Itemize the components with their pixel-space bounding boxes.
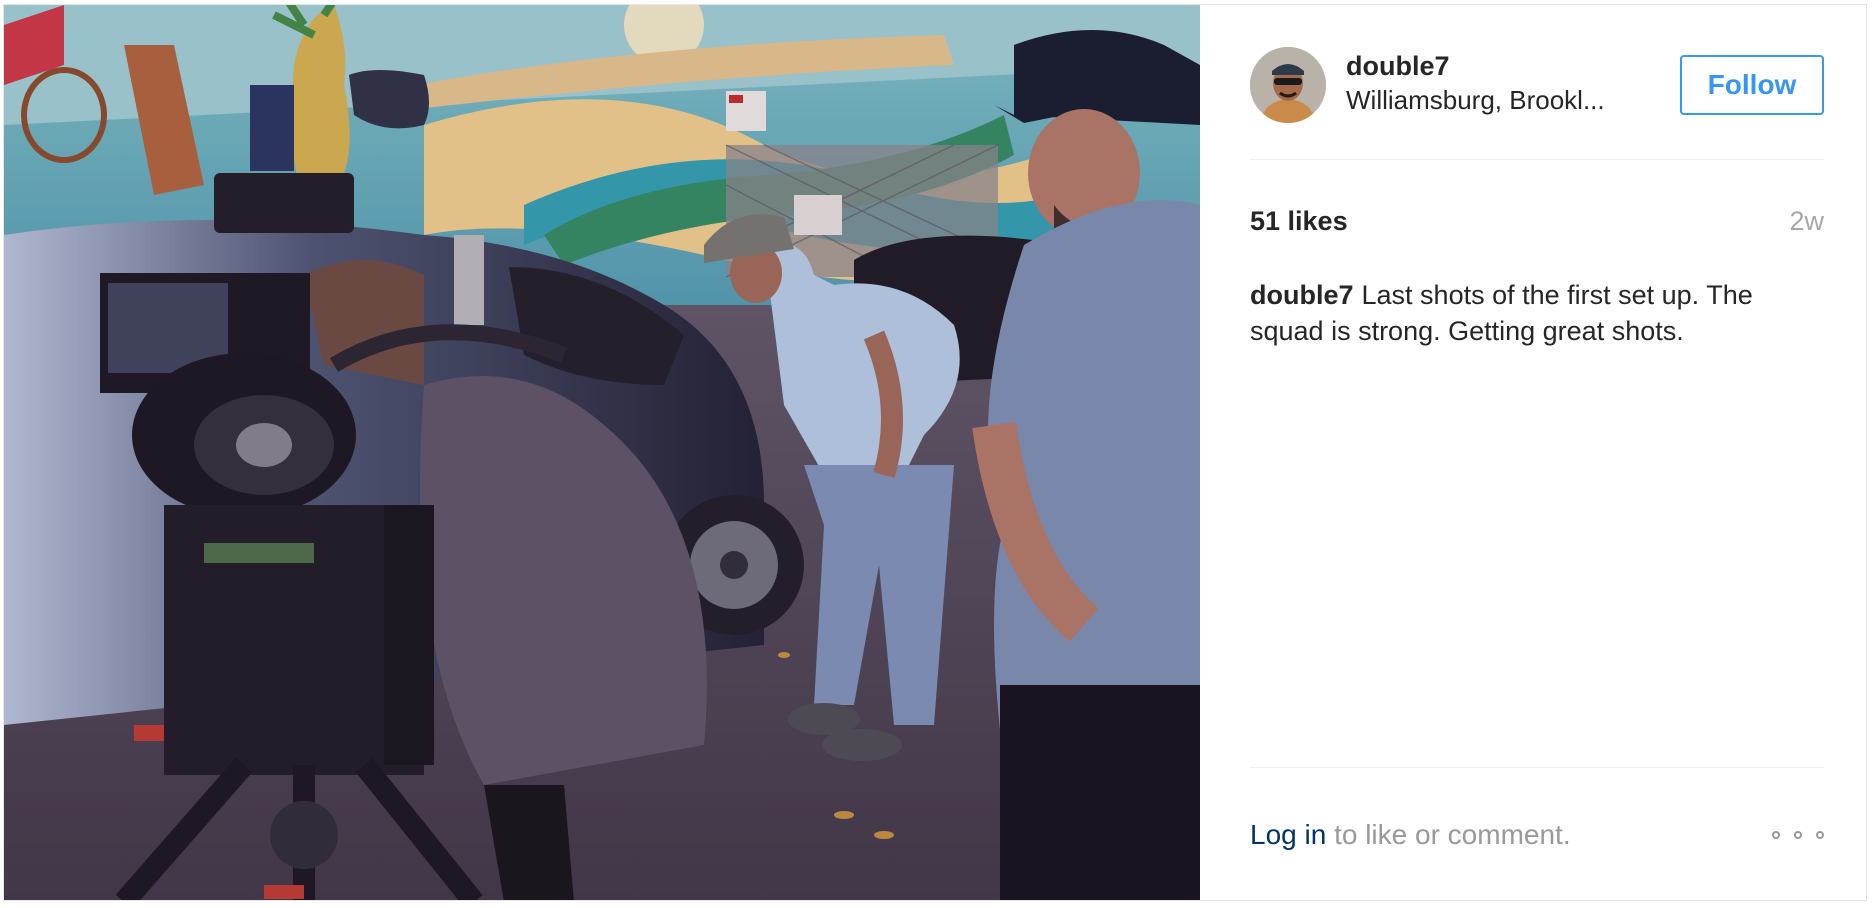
follow-button[interactable]: Follow: [1680, 55, 1824, 115]
more-dot: [1794, 831, 1802, 839]
caption-username[interactable]: double7: [1250, 280, 1354, 310]
more-options-icon[interactable]: [1772, 825, 1824, 845]
avatar-image: [1250, 47, 1326, 123]
post-header: double7 Williamsburg, Brookl... Follow: [1250, 43, 1824, 123]
footer-divider: [1250, 767, 1824, 768]
post-photo[interactable]: [4, 5, 1200, 900]
likes-row: 51 likes 2w: [1250, 201, 1824, 241]
location-link[interactable]: Williamsburg, Brookl...: [1346, 83, 1636, 117]
photo-image: [4, 5, 1200, 900]
post-footer: Log in to like or comment.: [1250, 815, 1824, 855]
more-dot: [1772, 831, 1780, 839]
header-divider: [1250, 159, 1824, 160]
post-container: double7 Williamsburg, Brookl... Follow 5…: [3, 4, 1867, 901]
more-dot: [1816, 831, 1824, 839]
post-time[interactable]: 2w: [1789, 201, 1824, 241]
avatar[interactable]: [1250, 47, 1326, 123]
login-link[interactable]: Log in: [1250, 819, 1326, 850]
username-link[interactable]: double7: [1346, 49, 1646, 83]
post-caption: double7 Last shots of the first set up. T…: [1250, 277, 1824, 349]
post-side-panel: double7 Williamsburg, Brookl... Follow 5…: [1200, 5, 1866, 900]
user-info: double7 Williamsburg, Brookl...: [1346, 49, 1646, 117]
likes-count[interactable]: 51 likes: [1250, 201, 1348, 241]
login-prompt-text: to like or comment.: [1326, 819, 1571, 850]
